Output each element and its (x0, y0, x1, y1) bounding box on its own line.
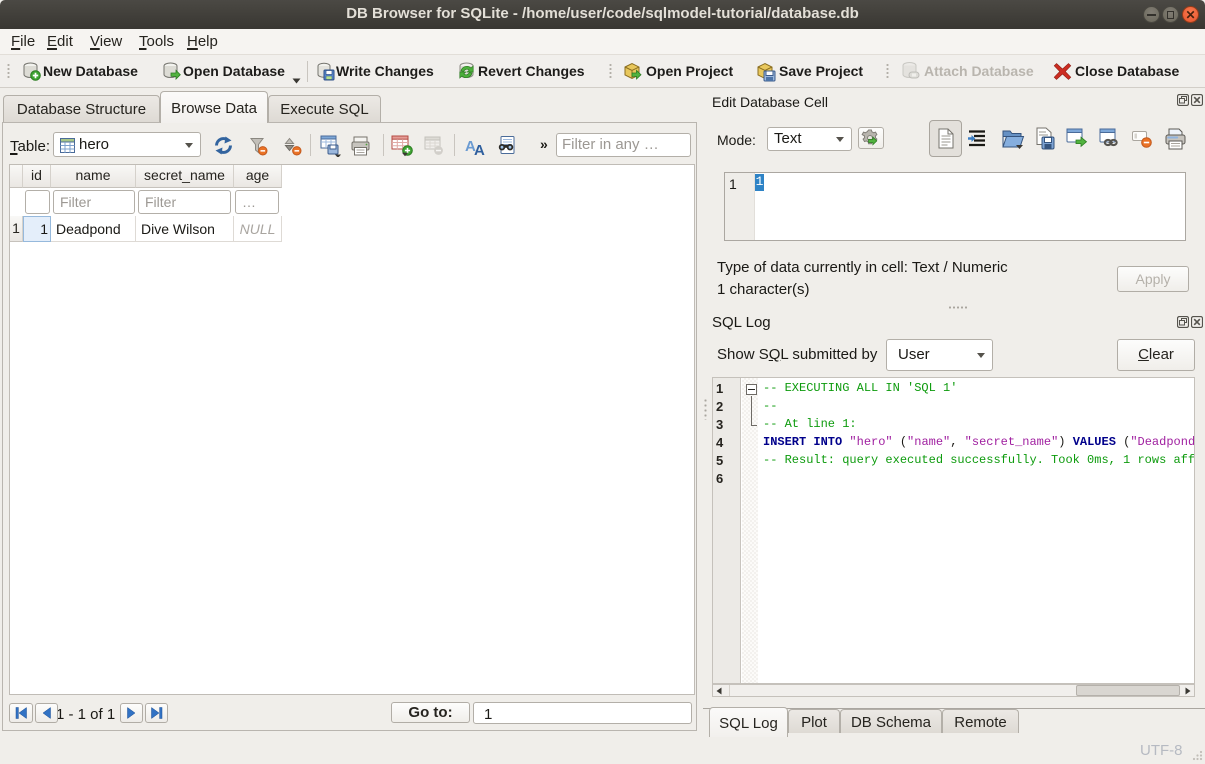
svg-text:A: A (474, 142, 485, 156)
